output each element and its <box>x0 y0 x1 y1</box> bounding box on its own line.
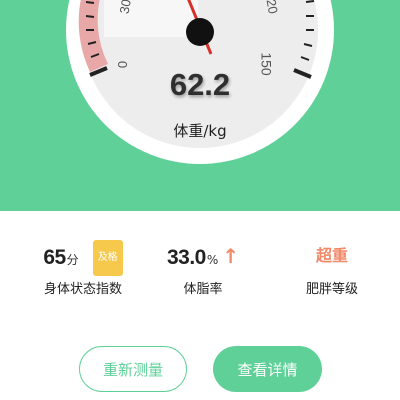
result-header: 30 0 20 150 62.2 体重/kg <box>0 0 400 211</box>
stat-body-fat: 33.0% ↑ 体脂率 <box>148 240 258 297</box>
body-index-value: 65 <box>43 246 66 269</box>
weight-unit-label: 体重/kg <box>173 122 227 140</box>
body-index-label: 身体状态指数 <box>43 282 122 297</box>
retest-button[interactable]: 重新测量 <box>79 346 187 392</box>
stat-obesity-level: 超重 肥胖等级 <box>272 240 392 297</box>
body-fat-value: 33.0 <box>166 246 206 269</box>
body-fat-label: 体脂率 <box>183 282 223 297</box>
body-fat-unit: % <box>206 253 219 267</box>
view-details-button[interactable]: 查看详情 <box>213 346 322 392</box>
gauge-tick-label: 20 <box>263 0 281 15</box>
arrow-up-icon: ↑ <box>222 244 240 268</box>
gauge-tick-label: 30 <box>116 0 134 15</box>
body-index-unit: 分 <box>66 253 79 267</box>
pass-badge: 及格 <box>92 240 123 276</box>
obesity-level-value: 超重 <box>315 246 348 265</box>
obesity-level-label: 肥胖等级 <box>305 282 358 297</box>
stats-row: 65分 及格 身体状态指数 33.0% ↑ 体脂率 超重 肥胖等级 <box>0 240 400 310</box>
weight-value: 62.2 <box>169 67 231 102</box>
stat-body-index: 65分 及格 身体状态指数 <box>18 240 148 297</box>
